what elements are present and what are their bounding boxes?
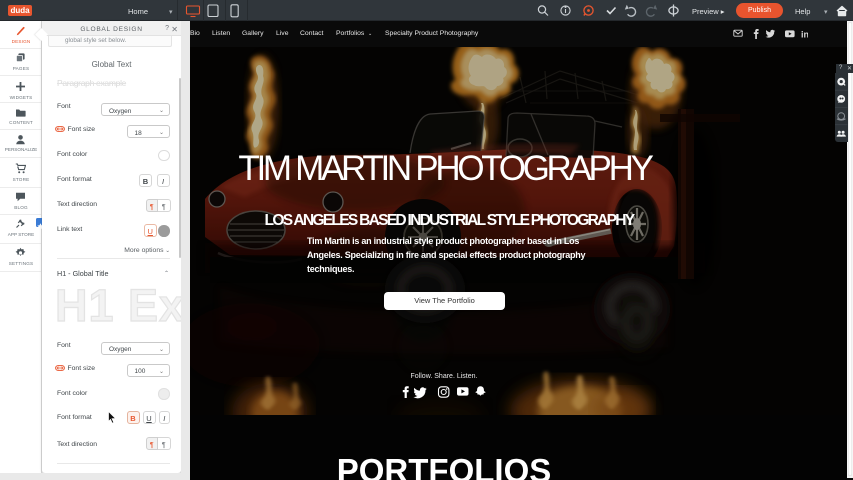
svg-text:in: in: [801, 30, 808, 40]
